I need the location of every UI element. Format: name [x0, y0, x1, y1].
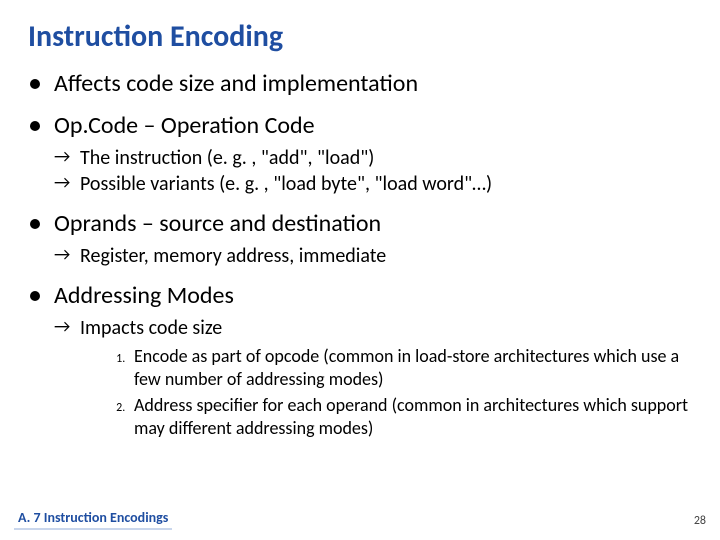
sub-list: The instruction (e. g. , "add", "load") …: [54, 145, 692, 197]
numbered-list: Encode as part of opcode (common in load…: [80, 345, 692, 441]
bullet-list: Affects code size and implementation Op.…: [28, 69, 692, 441]
bullet-text: Affects code size and implementation: [54, 69, 418, 98]
bullet-item: Op.Code – Operation Code The instruction…: [28, 111, 692, 197]
sub-list: Register, memory address, immediate: [54, 243, 692, 269]
bullet-text: Oprands – source and destination: [54, 209, 381, 238]
sub-item: Impacts code size Encode as part of opco…: [54, 315, 692, 441]
numbered-item: Encode as part of opcode (common in load…: [128, 345, 692, 392]
page-number: 28: [694, 514, 706, 528]
bullet-text: Addressing Modes: [54, 281, 234, 310]
sub-item: The instruction (e. g. , "add", "load"): [54, 145, 692, 171]
slide-container: Instruction Encoding Affects code size a…: [0, 0, 720, 540]
bullet-text: Op.Code – Operation Code: [54, 111, 315, 140]
bullet-item: Oprands – source and destination Registe…: [28, 209, 692, 269]
numbered-item: Address specifier for each operand (comm…: [128, 394, 692, 441]
bullet-item: Affects code size and implementation: [28, 69, 692, 99]
sub-item: Register, memory address, immediate: [54, 243, 692, 269]
sub-item-text: Impacts code size: [80, 316, 222, 340]
slide-title: Instruction Encoding: [28, 18, 692, 55]
sub-item: Possible variants (e. g. , "load byte", …: [54, 171, 692, 197]
sub-list: Impacts code size Encode as part of opco…: [54, 315, 692, 441]
bullet-item: Addressing Modes Impacts code size Encod…: [28, 281, 692, 441]
footer-label: A. 7 Instruction Encodings: [14, 507, 172, 530]
